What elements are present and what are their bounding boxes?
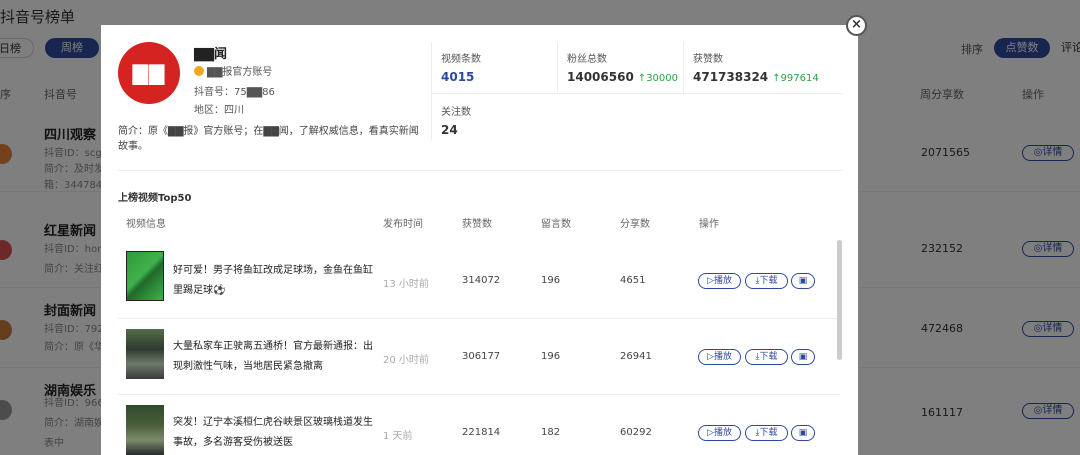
video-row: 突发！辽宁本溪桓仁虎谷峡景区玻璃栈道发生事故，多名游客受伤被送医 1 天前 22… [118,395,840,455]
divider [431,42,432,140]
shares: 4651 [620,275,646,286]
verified-line: ▇▇报官方账号 [194,63,272,78]
play-button[interactable]: ▷播放 [698,273,741,289]
col-video-info: 视频信息 [126,219,166,230]
section-title: 上榜视频Top50 [118,193,192,204]
stat-fans: 粉丝总数 14006560 ↑30000 [567,54,678,84]
col-shares: 分享数 [620,219,650,230]
video-title[interactable]: 突发！辽宁本溪桓仁虎谷峡景区玻璃栈道发生事故，多名游客受伤被送医 [173,413,373,453]
col-ops: 操作 [699,219,719,230]
account-detail-modal: ▇▇ ▇▇闻 ▇▇报官方账号 抖音号：75▇▇86 地区：四川 简介：原《▇▇报… [101,25,858,455]
download-button[interactable]: ⤓下载 [745,425,788,441]
video-count[interactable]: 4015 [441,70,566,84]
douyin-id: 抖音号：75▇▇86 [194,87,275,98]
account-intro: 简介：原《▇▇报》官方账号；在▇▇闻，了解权威信息，看真实新闻故事。 [118,126,419,152]
video-thumbnail[interactable] [126,329,164,379]
qrcode-button[interactable]: ▣ [791,425,815,441]
shares: 60292 [620,427,652,438]
region: 地区：四川 [194,105,244,116]
shares: 26941 [620,351,652,362]
video-title[interactable]: 好可爱！男子将鱼缸改成足球场，金鱼在鱼缸里踢足球⚽ [173,261,373,301]
increase-badge: ↑997614 [772,73,819,84]
video-thumbnail[interactable] [126,405,164,455]
play-button[interactable]: ▷播放 [698,425,741,441]
stat-likes: 获赞数 471738324 ↑997614 [693,54,819,84]
download-button[interactable]: ⤓下载 [745,273,788,289]
stat-videos: 视频条数 4015 [441,50,566,84]
divider [431,93,843,94]
likes: 314072 [462,275,501,286]
download-button[interactable]: ⤓下载 [745,349,788,365]
col-publish-time: 发布时间 [383,219,423,230]
scrollbar[interactable] [837,240,842,360]
account-logo: ▇▇ [118,42,180,104]
publish-time: 13 小时前 [383,279,429,290]
increase-badge: ↑30000 [637,73,678,84]
video-thumbnail[interactable] [126,251,164,301]
publish-time: 1 天前 [383,431,413,442]
col-comments: 留言数 [541,219,571,230]
video-row: 大量私家车正驶离五通桥！官方最新通报：出现刺激性气味，当地居民紧急撤离 20 小… [118,319,840,395]
stat-following: 关注数 24 [441,107,471,137]
account-name: ▇▇闻 [194,47,227,62]
likes: 306177 [462,351,501,362]
likes: 221814 [462,427,501,438]
comments: 196 [541,275,561,286]
verified-icon [194,66,204,76]
qrcode-button[interactable]: ▣ [791,273,815,289]
publish-time: 20 小时前 [383,355,429,366]
play-button[interactable]: ▷播放 [698,349,741,365]
close-icon[interactable]: × [846,15,867,36]
qrcode-button[interactable]: ▣ [791,349,815,365]
video-title[interactable]: 大量私家车正驶离五通桥！官方最新通报：出现刺激性气味，当地居民紧急撤离 [173,337,373,377]
comments: 182 [541,427,561,438]
video-row: 好可爱！男子将鱼缸改成足球场，金鱼在鱼缸里踢足球⚽ 13 小时前 314072 … [118,243,840,319]
col-likes: 获赞数 [462,219,492,230]
comments: 196 [541,351,561,362]
divider [118,170,843,171]
